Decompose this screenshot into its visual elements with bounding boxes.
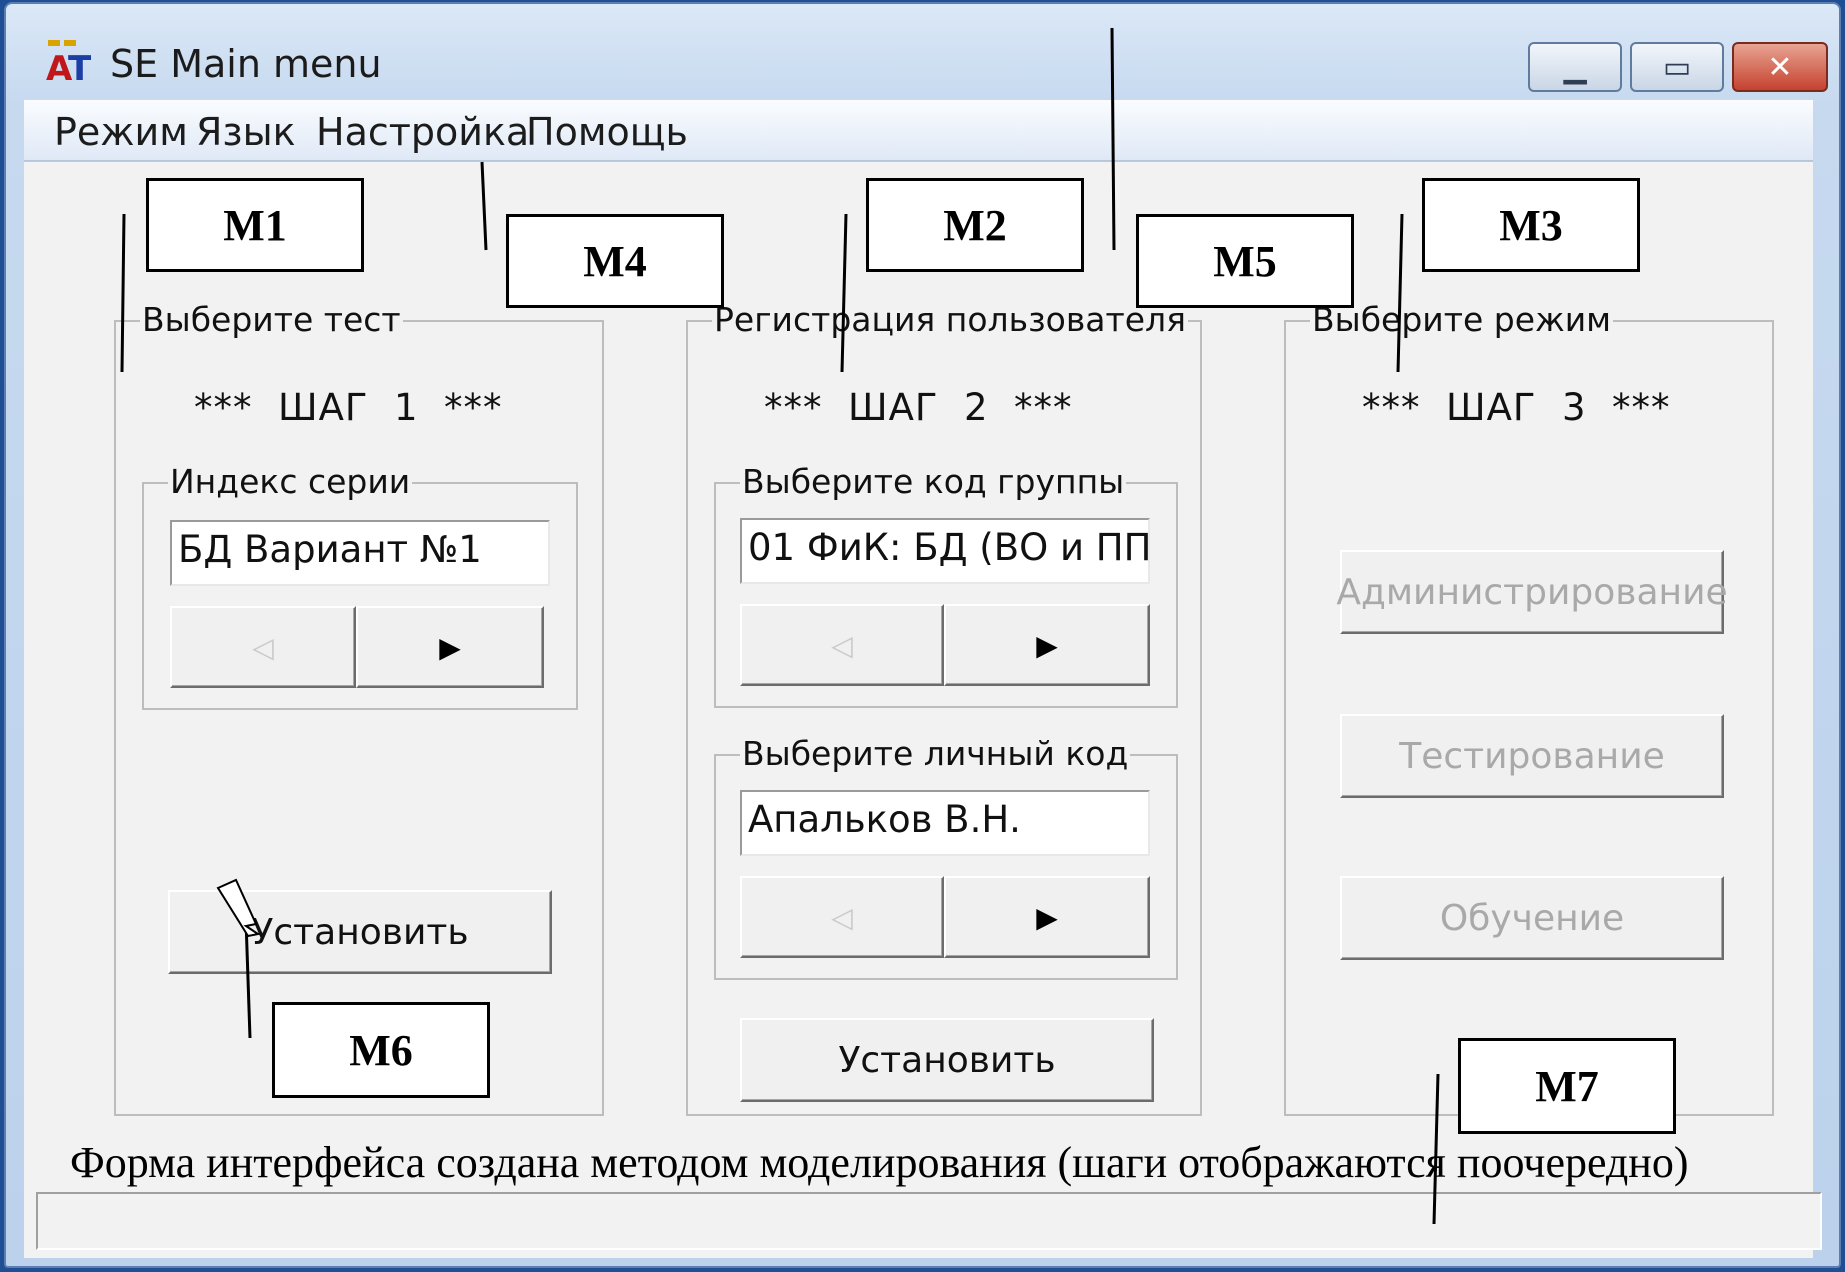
personal-code-group: Выберите личный код Апальков В.Н. ◁ ▶ bbox=[714, 734, 1178, 980]
learning-button[interactable]: Обучение bbox=[1340, 876, 1724, 960]
panel2-set-button[interactable]: Установить bbox=[740, 1018, 1154, 1102]
personal-code-prev-button[interactable]: ◁ bbox=[740, 876, 944, 958]
annotation-m6: M6 bbox=[272, 1002, 490, 1098]
group-code-field[interactable]: 01 ФиК: БД (ВО и ПП) bbox=[740, 518, 1150, 584]
step-2-label: *** ШАГ 2 *** bbox=[764, 386, 1073, 429]
administration-button[interactable]: Администрирование bbox=[1336, 550, 1728, 634]
menu-bar: Режим Язык Настройка Помощь bbox=[24, 100, 1813, 161]
step-3-label: *** ШАГ 3 *** bbox=[1362, 386, 1671, 429]
close-icon: ✕ bbox=[1767, 49, 1793, 85]
triangle-right-icon: ▶ bbox=[1036, 900, 1058, 934]
annotation-m3: M3 bbox=[1422, 178, 1640, 272]
status-bar bbox=[36, 1192, 1822, 1250]
triangle-right-icon: ▶ bbox=[1036, 628, 1058, 662]
personal-code-next-button[interactable]: ▶ bbox=[944, 876, 1150, 958]
group-code-prev-button[interactable]: ◁ bbox=[740, 604, 944, 686]
step-1-label: *** ШАГ 1 *** bbox=[194, 386, 503, 429]
maximize-button[interactable]: ▭ bbox=[1630, 42, 1724, 92]
series-index-group: Индекс серии БД Вариант №1 ◁ ▶ bbox=[142, 462, 578, 710]
figure-caption: Форма интерфейса создана методом моделир… bbox=[70, 1138, 1689, 1187]
series-prev-button[interactable]: ◁ bbox=[170, 606, 356, 688]
maximize-icon: ▭ bbox=[1662, 49, 1692, 85]
annotation-m7: M7 bbox=[1458, 1038, 1676, 1134]
personal-code-field[interactable]: Апальков В.Н. bbox=[740, 790, 1150, 856]
group-code-group: Выберите код группы 01 ФиК: БД (ВО и ПП)… bbox=[714, 462, 1178, 708]
annotation-m1: M1 bbox=[146, 178, 364, 272]
panel-select-mode-title: Выберите режим bbox=[1310, 300, 1614, 339]
menu-language[interactable]: Язык bbox=[196, 110, 296, 154]
minimize-icon: ▁ bbox=[1563, 49, 1587, 85]
panel-select-test-title: Выберите тест bbox=[140, 300, 403, 339]
series-next-button[interactable]: ▶ bbox=[356, 606, 544, 688]
series-index-field[interactable]: БД Вариант №1 bbox=[170, 520, 550, 586]
menu-settings[interactable]: Настройка bbox=[316, 110, 529, 154]
menu-help[interactable]: Помощь bbox=[526, 110, 688, 154]
group-code-title: Выберите код группы bbox=[740, 462, 1127, 501]
minimize-button[interactable]: ▁ bbox=[1528, 42, 1622, 92]
series-index-title: Индекс серии bbox=[168, 462, 413, 501]
annotation-m4: M4 bbox=[506, 214, 724, 308]
title-bar[interactable]: A T SE Main menu ▁ ▭ ✕ bbox=[6, 4, 1839, 104]
triangle-left-icon: ◁ bbox=[831, 628, 853, 662]
testing-button[interactable]: Тестирование bbox=[1340, 714, 1724, 798]
menu-mode[interactable]: Режим bbox=[54, 110, 188, 154]
triangle-right-icon: ▶ bbox=[439, 630, 461, 664]
window-title: SE Main menu bbox=[110, 42, 382, 86]
annotation-m5: M5 bbox=[1136, 214, 1354, 308]
triangle-left-icon: ◁ bbox=[831, 900, 853, 934]
close-button[interactable]: ✕ bbox=[1732, 42, 1828, 92]
panel-user-registration-title: Регистрация пользователя bbox=[712, 300, 1188, 339]
panel1-set-button[interactable]: Установить bbox=[168, 890, 552, 974]
group-code-next-button[interactable]: ▶ bbox=[944, 604, 1150, 686]
panel-select-test: Выберите тест *** ШАГ 1 *** Индекс серии… bbox=[114, 300, 604, 1116]
svg-text:T: T bbox=[68, 49, 92, 86]
panel-select-mode: Выберите режим *** ШАГ 3 *** Администрир… bbox=[1284, 300, 1774, 1116]
personal-code-title: Выберите личный код bbox=[740, 734, 1131, 773]
panel-user-registration: Регистрация пользователя *** ШАГ 2 *** В… bbox=[686, 300, 1202, 1116]
app-icon: A T bbox=[46, 40, 92, 86]
triangle-left-icon: ◁ bbox=[252, 630, 274, 664]
annotation-m2: M2 bbox=[866, 178, 1084, 272]
